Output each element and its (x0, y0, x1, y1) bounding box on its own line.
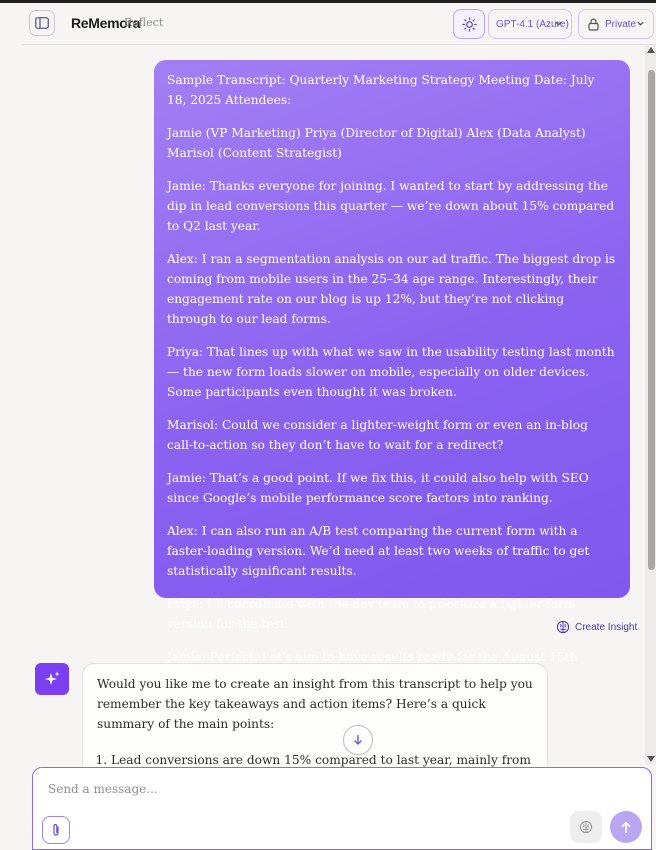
brand-subtitle: Reflect (124, 16, 164, 29)
user-message-bubble: Sample Transcript: Quarterly Marketing S… (154, 60, 630, 684)
lock-icon (588, 18, 599, 31)
message-composer (32, 767, 652, 850)
user-message-paragraph: Marisol: Could we consider a lighter-wei… (167, 418, 588, 452)
privacy-selector-label: Private (605, 18, 637, 30)
theme-toggle-button[interactable] (453, 9, 485, 39)
paperclip-icon (53, 824, 59, 836)
privacy-selector[interactable]: Private (578, 9, 654, 39)
user-message-paragraph: Jamie: That’s a good point. If we fix th… (167, 471, 589, 505)
user-message-paragraph: Priya: I’ll coordinate with the dev team… (167, 597, 576, 631)
arrow-down-icon (354, 735, 362, 745)
send-button[interactable] (610, 811, 642, 843)
chevron-down-icon (555, 21, 562, 26)
assistant-avatar (35, 663, 69, 695)
assistant-summary-list: Lead conversions are down 15% compared t… (97, 750, 533, 768)
list-item: Lead conversions are down 15% compared t… (111, 750, 533, 768)
app-header: ReMemora Reflect GPT-4.1 (Azure) Private (0, 3, 656, 43)
sun-icon (461, 16, 477, 32)
brain-icon (579, 820, 593, 834)
user-message-paragraph: Jamie (VP Marketing) Priya (Director of … (167, 126, 586, 160)
scrollbar-thumb[interactable] (648, 70, 655, 570)
model-selector[interactable]: GPT-4.1 (Azure) (488, 9, 572, 39)
brain-icon (556, 620, 570, 634)
header-divider (22, 44, 656, 45)
assistant-message-bubble: Would you like me to create an insight f… (82, 663, 548, 768)
user-message-paragraph: Alex: I can also run an A/B test compari… (167, 524, 590, 578)
chevron-down-icon (637, 21, 644, 26)
assistant-message-intro: Would you like me to create an insight f… (97, 677, 533, 731)
user-message-paragraph: Alex: I ran a segmentation analysis on o… (167, 252, 616, 326)
scroll-to-bottom-button[interactable] (343, 725, 373, 755)
scrollbar-down-arrow[interactable] (647, 756, 655, 762)
user-message-paragraph: Sample Transcript: Quarterly Marketing S… (167, 73, 595, 107)
sparkle-icon (45, 671, 60, 685)
scrollbar-up-arrow[interactable] (647, 47, 655, 53)
message-input[interactable] (46, 778, 610, 800)
user-message-paragraph: Priya: That lines up with what we saw in… (167, 345, 615, 399)
create-insight-button[interactable]: Create Insight (556, 619, 637, 635)
insight-mode-button[interactable] (570, 811, 602, 843)
arrow-up-icon (621, 821, 631, 833)
sidebar-toggle-button[interactable] (29, 10, 55, 36)
user-message-paragraph: Jamie: Thanks everyone for joining. I wa… (167, 179, 615, 233)
sidebar-toggle-icon (35, 17, 49, 29)
attach-file-button[interactable] (42, 816, 70, 844)
create-insight-label: Create Insight (575, 621, 638, 633)
